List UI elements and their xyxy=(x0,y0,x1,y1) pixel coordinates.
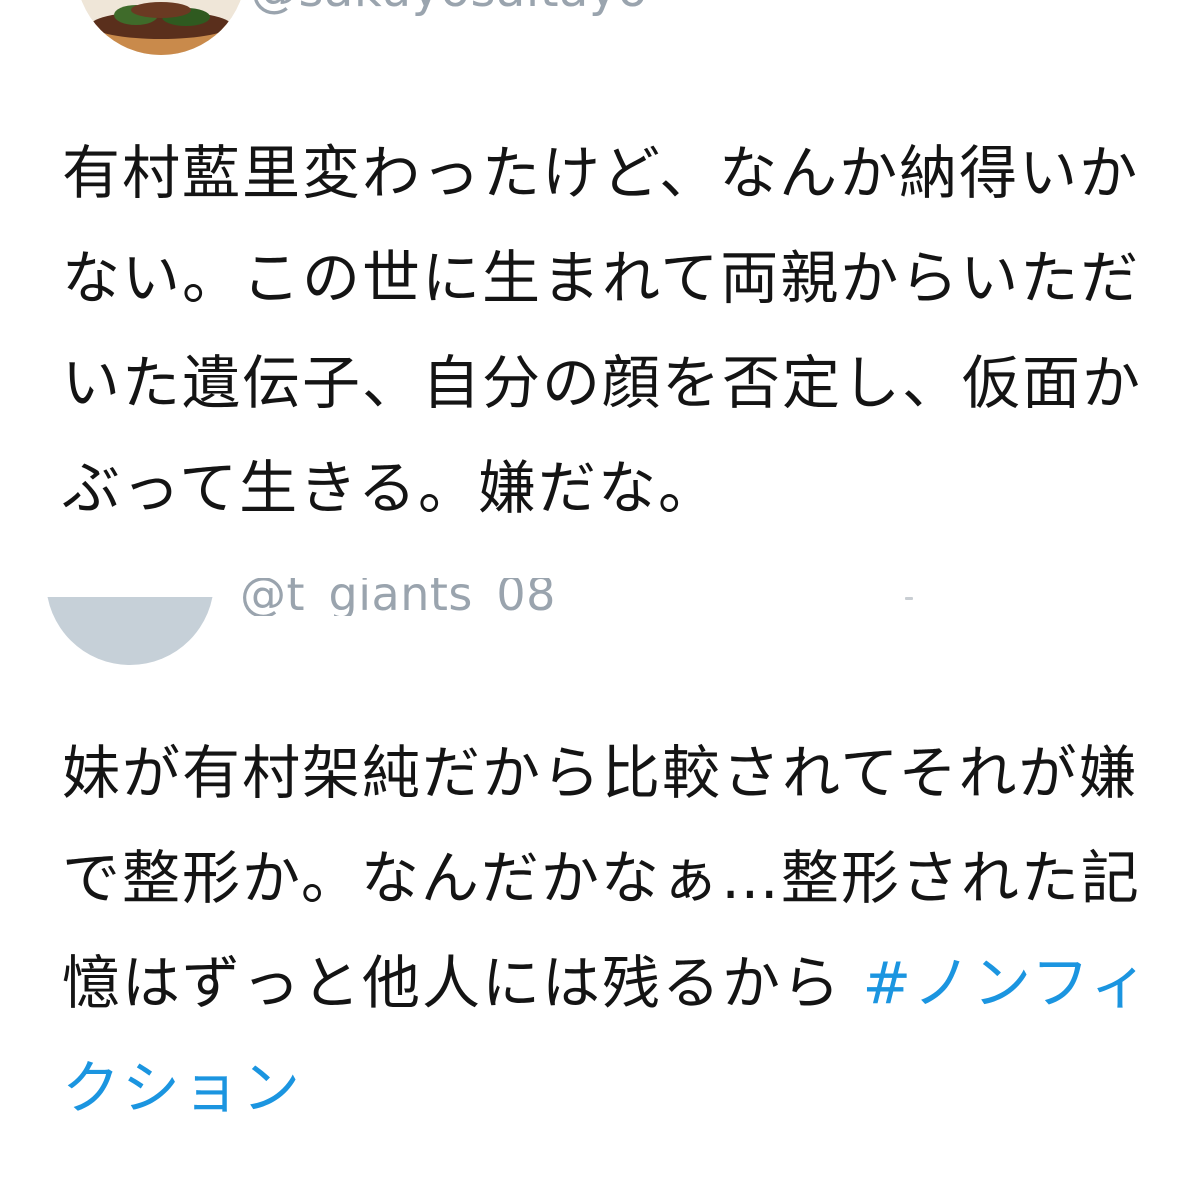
tweet-text: 妹が有村架純だから比較されてそれが嫌で整形か。なんだかなぁ…整形された記憶はずっ… xyxy=(62,721,1152,1141)
tweet-text: 有村藍里変わったけど、なんか納得いかない。この世に生まれて両親からいただいた遺伝… xyxy=(62,139,1143,522)
avatar[interactable] xyxy=(76,0,246,55)
tweet-author-handle[interactable]: @t_giants_08 xyxy=(240,578,556,616)
divider-mark xyxy=(905,597,913,600)
avatar-food-photo xyxy=(76,0,246,55)
tweet-author-handle[interactable]: @sakuyosaitayo xyxy=(250,0,648,20)
tweet-author-handle-text: @t_giants_08 xyxy=(240,578,556,616)
